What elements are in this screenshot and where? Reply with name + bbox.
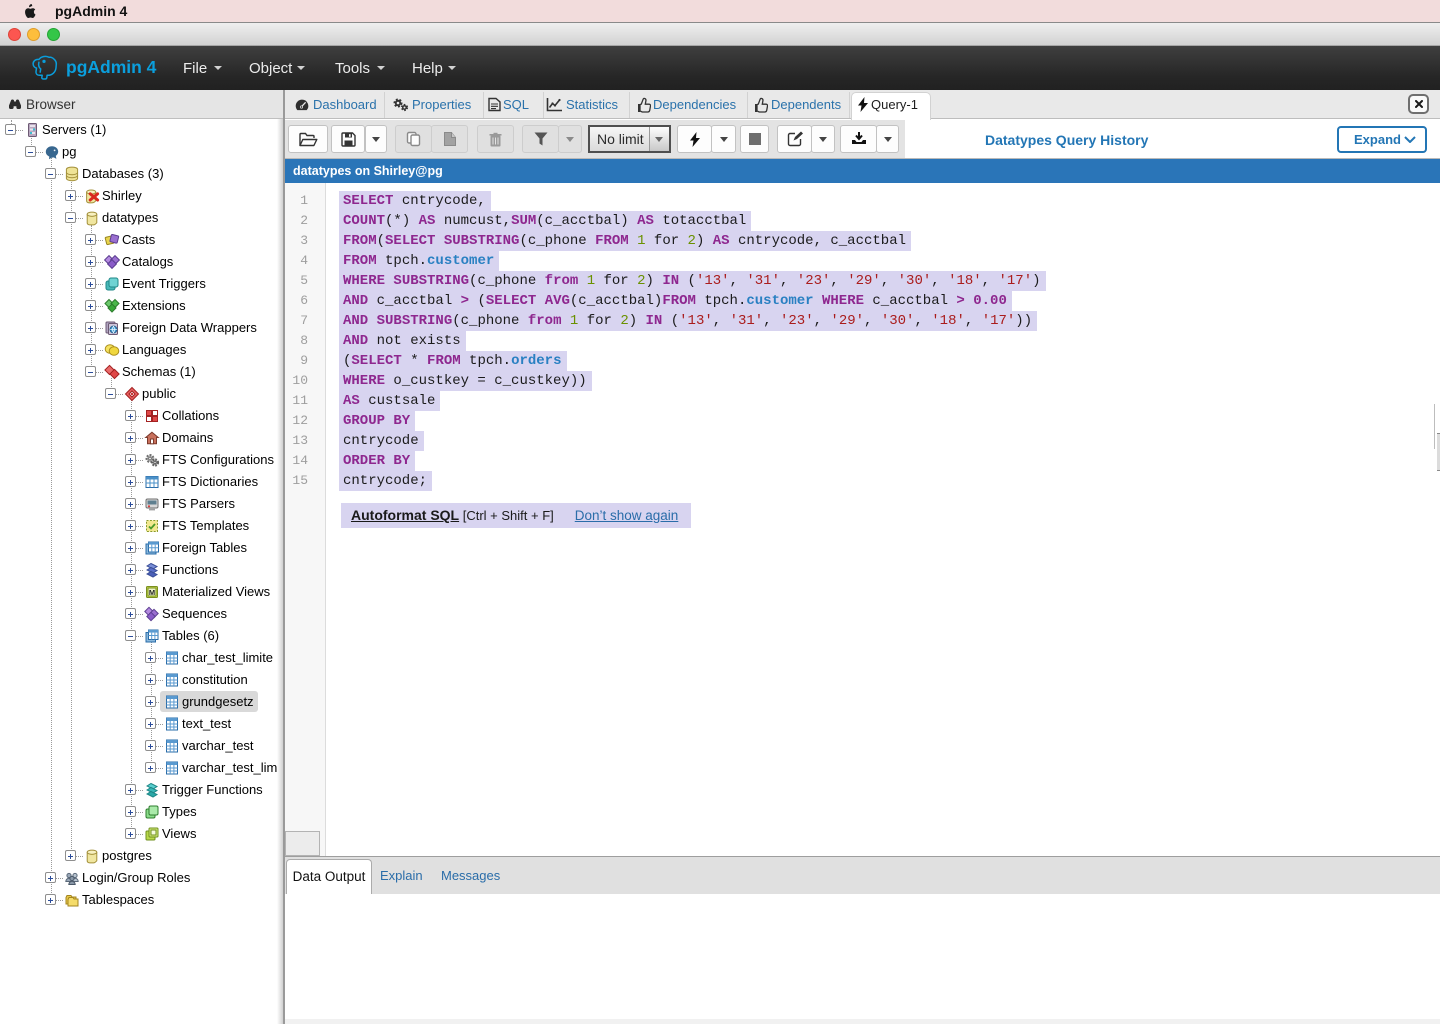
- svg-text:M: M: [149, 587, 155, 596]
